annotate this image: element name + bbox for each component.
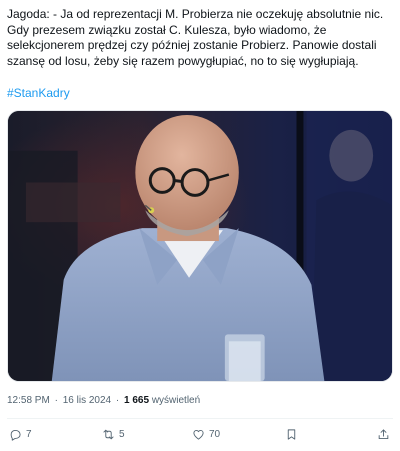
reply-icon (10, 429, 21, 441)
views-count: 1 665 (124, 395, 150, 406)
bookmark-icon (287, 428, 296, 440)
share-button[interactable] (377, 424, 390, 444)
divider (7, 418, 393, 419)
tweet-image[interactable] (7, 110, 393, 382)
tweet-text: Jagoda: - Ja od reprezentacji M. Probier… (7, 7, 393, 69)
share-icon (378, 428, 389, 439)
heart-icon (193, 429, 204, 440)
like-button[interactable]: 70 (192, 424, 220, 444)
tweet-text-line: szansę od losu, żeby się razem powygłupi… (7, 53, 359, 68)
tweet-metadata: 12:58 PM · 16 lis 2024 · 1 665 wyświetle… (7, 394, 200, 408)
reply-button[interactable]: 7 (9, 424, 32, 444)
tweet-text-line: Jagoda: - Ja od reprezentacji M. Probier… (7, 7, 384, 21)
reply-count: 7 (26, 428, 32, 440)
meta-separator: · (115, 395, 120, 406)
repost-button[interactable]: 5 (102, 424, 125, 444)
hashtag-link[interactable]: #StanKadry (7, 86, 70, 101)
views-label: wyświetleń (151, 395, 201, 406)
tweet-text-line: Gdy prezesem związku został C. Kulesza, … (7, 22, 327, 37)
like-count: 70 (209, 428, 221, 440)
tv-studio-photo (8, 111, 392, 381)
bookmark-button[interactable] (285, 424, 298, 444)
meta-separator: · (54, 395, 58, 406)
tweet-text-line: selekcjonerem prędzej czy później zostan… (7, 38, 377, 52)
repost-icon (103, 429, 114, 439)
action-bar: 7 5 70 (7, 424, 393, 444)
repost-count: 5 (119, 428, 125, 440)
tweet-date[interactable]: 16 lis 2024 (63, 395, 111, 406)
tweet-time[interactable]: 12:58 PM (7, 395, 50, 406)
